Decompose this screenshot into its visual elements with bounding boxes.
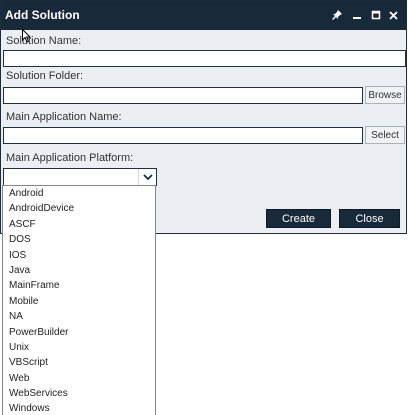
list-item[interactable]: DOS (3, 232, 155, 247)
list-item[interactable]: Windows (3, 401, 155, 415)
list-item[interactable]: AndroidDevice (3, 201, 155, 216)
solution-name-input[interactable] (3, 50, 406, 67)
title-bar[interactable]: Add Solution (1, 1, 406, 30)
minimize-icon[interactable] (349, 7, 365, 23)
browse-button[interactable]: Browse (365, 86, 405, 104)
list-item[interactable]: ASCF (3, 217, 155, 232)
platform-label: Main Application Platform: (6, 152, 134, 164)
list-item[interactable]: Web (3, 371, 155, 386)
list-item[interactable]: Mobile (3, 294, 155, 309)
chevron-down-icon[interactable] (138, 169, 156, 185)
list-item[interactable]: MainFrame (3, 278, 155, 293)
solution-name-label: Solution Name: (6, 35, 82, 47)
list-item[interactable]: WebServices (3, 386, 155, 401)
list-item[interactable]: Android (3, 186, 155, 201)
close-button[interactable]: Close (339, 209, 400, 228)
list-item[interactable]: PowerBuilder (3, 325, 155, 340)
platform-dropdown-list: Android AndroidDevice ASCF DOS IOS Java … (2, 185, 156, 415)
solution-folder-label: Solution Folder: (6, 70, 84, 82)
maximize-icon[interactable] (368, 7, 384, 23)
list-item[interactable]: VBScript (3, 355, 155, 370)
pin-icon[interactable] (329, 7, 345, 23)
solution-folder-input[interactable] (3, 87, 363, 104)
dialog-title: Add Solution (5, 8, 80, 22)
select-button[interactable]: Select (365, 126, 405, 144)
list-item[interactable]: Java (3, 263, 155, 278)
create-button[interactable]: Create (266, 209, 331, 228)
list-item[interactable]: Unix (3, 340, 155, 355)
main-app-name-label: Main Application Name: (6, 111, 122, 123)
list-item[interactable]: IOS (3, 248, 155, 263)
close-icon[interactable] (385, 7, 401, 23)
platform-select[interactable] (3, 168, 157, 186)
list-item[interactable]: NA (3, 309, 155, 324)
main-app-name-input[interactable] (3, 127, 363, 144)
